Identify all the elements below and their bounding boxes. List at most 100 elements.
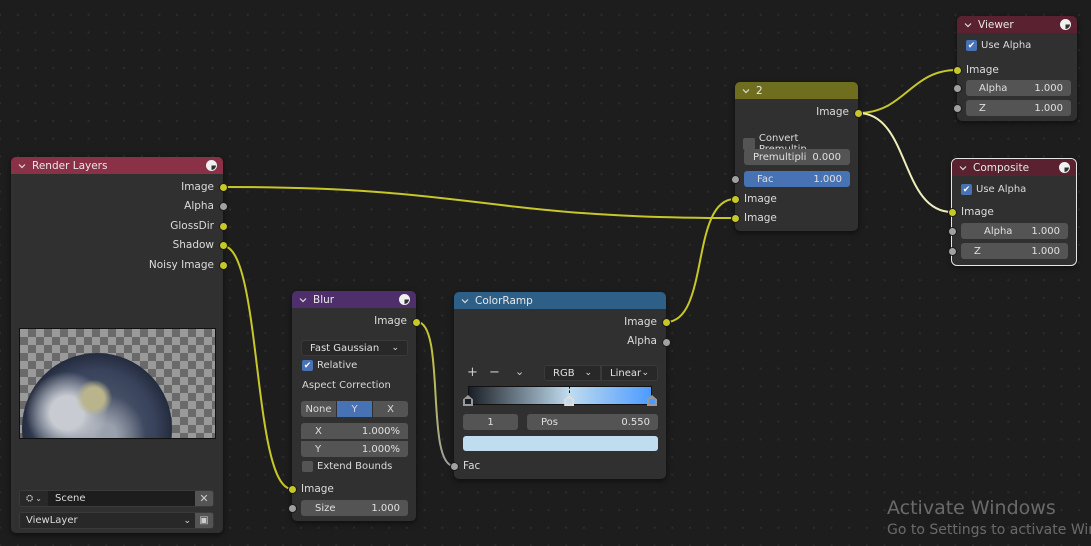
- socket-image-out[interactable]: [412, 318, 421, 327]
- alpha-field[interactable]: Alpha 1.000: [961, 223, 1068, 239]
- socket-size-in[interactable]: [288, 504, 297, 513]
- z-field[interactable]: Z 1.000: [966, 100, 1071, 116]
- stop-position-field[interactable]: Pos 0.550: [527, 414, 658, 430]
- viewer-node[interactable]: Viewer ✔ Use Alpha Image Alpha 1.000 Z 1…: [953, 16, 1077, 121]
- checkbox-unchecked[interactable]: [302, 461, 313, 472]
- socket-alpha-out[interactable]: [662, 338, 671, 347]
- checkbox-checked[interactable]: ✔: [302, 360, 313, 371]
- mix-header[interactable]: 2: [735, 82, 858, 99]
- field-value: 1.000: [1034, 102, 1063, 114]
- relative-checkbox[interactable]: ✔ Relative: [302, 360, 357, 371]
- link-blur-image-to-colorramp-fac[interactable]: [416, 321, 455, 467]
- use-alpha-checkbox[interactable]: ✔ Use Alpha: [966, 40, 1031, 51]
- chevron-down-icon: ⌄: [391, 343, 399, 353]
- socket-z-in[interactable]: [948, 247, 957, 256]
- socket-image2-in[interactable]: [731, 214, 740, 223]
- scene-icon: ⛭: [26, 493, 34, 504]
- aspect-correction-toggle[interactable]: None Y X: [301, 401, 408, 417]
- z-field[interactable]: Z 1.000: [961, 243, 1068, 259]
- link-mix-to-viewer[interactable]: [857, 69, 958, 114]
- socket-image-in[interactable]: [953, 66, 962, 75]
- socket-image-in[interactable]: [288, 485, 297, 494]
- dropdown-value: Linear: [610, 367, 642, 379]
- color-stop-swatch: [465, 399, 471, 404]
- link-mix-to-composite[interactable]: [857, 112, 953, 213]
- scene-clear-button[interactable]: ✕: [195, 491, 213, 506]
- socket-image-out[interactable]: [854, 109, 863, 118]
- color-stop-marker[interactable]: [463, 395, 473, 406]
- scene-browse-button[interactable]: ⛭ ⌄: [20, 491, 48, 506]
- field-label: Y: [315, 443, 322, 455]
- extend-bounds-checkbox[interactable]: Extend Bounds: [302, 461, 392, 472]
- aspect-y-button[interactable]: Y: [337, 401, 372, 417]
- socket-image-out[interactable]: [662, 318, 671, 327]
- view-layer-selector[interactable]: ViewLayer ⌄ ▣: [19, 512, 214, 529]
- socket-alpha-in[interactable]: [953, 84, 962, 93]
- colorramp-node[interactable]: ColorRamp Image Alpha + − ⌄ RGB ⌄ Linear…: [450, 292, 671, 479]
- alpha-field[interactable]: Alpha 1.000: [966, 80, 1071, 96]
- field-label: Z: [974, 245, 981, 257]
- ramp-menu-chevron-icon[interactable]: ⌄: [515, 365, 524, 378]
- view-layer-dropdown[interactable]: ViewLayer ⌄: [20, 513, 195, 528]
- render-globe-icon: [399, 294, 410, 305]
- socket-image1-in[interactable]: [731, 195, 740, 204]
- socket-alpha-out[interactable]: [219, 202, 228, 211]
- link-renderlayers-image-to-mix-image2[interactable]: [222, 186, 736, 219]
- filter-type-dropdown[interactable]: Fast Gaussian ⌄: [301, 340, 408, 356]
- socket-noisy-image-out[interactable]: [219, 261, 228, 270]
- premultiplied-field[interactable]: Premultipli 0.000: [744, 149, 850, 165]
- output-image: Image: [454, 313, 666, 331]
- composite-header[interactable]: Composite: [952, 159, 1076, 176]
- chevron-down-icon[interactable]: [298, 295, 308, 305]
- activate-windows-subtitle: Go to Settings to activate Windows.: [887, 522, 1091, 538]
- size-y-field[interactable]: Y 1.000%: [301, 441, 408, 457]
- chevron-down-icon[interactable]: [460, 296, 470, 306]
- chevron-down-icon[interactable]: [17, 161, 27, 171]
- color-mode-dropdown[interactable]: RGB ⌄: [544, 365, 601, 381]
- socket-z-in[interactable]: [953, 104, 962, 113]
- checkbox-checked[interactable]: ✔: [966, 40, 977, 51]
- aspect-x-button[interactable]: X: [373, 401, 408, 417]
- socket-glossdir-out[interactable]: [219, 222, 228, 231]
- interpolation-dropdown[interactable]: Linear ⌄: [601, 365, 658, 381]
- socket-label: Noisy Image: [148, 259, 214, 271]
- active-stop-index-field[interactable]: 1: [463, 414, 518, 430]
- chevron-down-icon[interactable]: [741, 86, 751, 96]
- composite-node[interactable]: Composite ✔ Use Alpha Image Alpha 1.000 …: [948, 158, 1077, 266]
- scene-selector[interactable]: ⛭ ⌄ Scene ✕: [19, 490, 214, 507]
- add-stop-button[interactable]: +: [467, 365, 478, 380]
- size-x-field[interactable]: X 1.000%: [301, 423, 408, 439]
- checkbox-label: Use Alpha: [981, 40, 1032, 51]
- size-field[interactable]: Size 1.000: [301, 500, 408, 516]
- checkbox-checked[interactable]: ✔: [961, 184, 972, 195]
- render-layer-button[interactable]: ▣: [195, 513, 213, 528]
- chevron-down-icon[interactable]: [958, 163, 968, 173]
- scene-name-field[interactable]: Scene: [48, 491, 195, 506]
- output-glossdir: GlossDir: [11, 217, 223, 235]
- color-stop-marker[interactable]: [647, 395, 657, 406]
- remove-stop-button[interactable]: −: [489, 365, 500, 380]
- field-label: Pos: [541, 416, 559, 428]
- socket-shadow-out[interactable]: [219, 241, 228, 250]
- blur-node[interactable]: Blur Image Fast Gaussian ⌄ ✔ Relative As…: [288, 291, 421, 521]
- socket-fac-in[interactable]: [450, 462, 459, 471]
- socket-image-out[interactable]: [219, 183, 228, 192]
- render-layers-header[interactable]: Render Layers: [11, 157, 223, 174]
- link-shadow-to-blur-image[interactable]: [222, 245, 293, 490]
- active-stop-color-swatch[interactable]: [463, 436, 658, 451]
- aspect-none-button[interactable]: None: [301, 401, 336, 417]
- field-value: 0.550: [621, 416, 650, 428]
- color-stop-marker[interactable]: [564, 395, 575, 406]
- socket-alpha-in[interactable]: [948, 227, 957, 236]
- socket-fac-in[interactable]: [731, 175, 740, 184]
- use-alpha-checkbox[interactable]: ✔ Use Alpha: [961, 184, 1026, 195]
- render-layers-node[interactable]: Render Layers Image Alpha GlossDir Shado…: [11, 157, 228, 533]
- fac-field[interactable]: Fac 1.000: [744, 171, 850, 187]
- blur-header[interactable]: Blur: [292, 291, 416, 308]
- mix-node[interactable]: 2 Image Convert Premultip... Premultipli…: [731, 82, 863, 231]
- chevron-down-icon[interactable]: [963, 20, 973, 30]
- colorramp-header[interactable]: ColorRamp: [454, 292, 666, 309]
- socket-image-in[interactable]: [948, 208, 957, 217]
- chevron-down-icon: ⌄: [183, 515, 191, 526]
- viewer-header[interactable]: Viewer: [957, 16, 1077, 33]
